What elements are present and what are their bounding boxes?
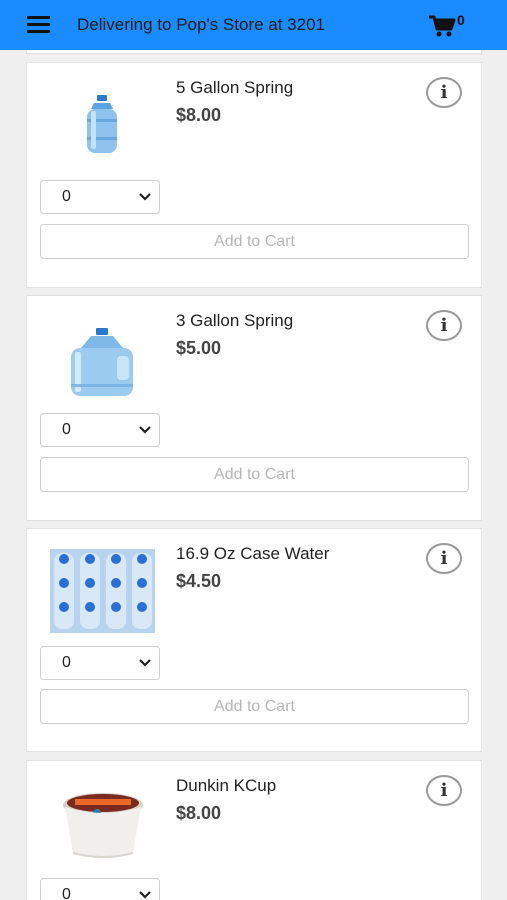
product-card: 3 Gallon Spring $5.00 i 0 Add to Cart [26,295,482,521]
chevron-down-icon [139,659,151,667]
info-button[interactable]: i [426,543,462,574]
product-price: $5.00 [176,338,222,358]
info-button[interactable]: i [426,77,462,108]
product-name: Dunkin KCup [176,776,277,795]
product-name: 5 Gallon Spring [176,78,294,97]
info-icon: i [440,780,448,801]
dunkin-kcup-image [63,793,143,858]
info-icon: i [440,548,448,569]
quantity-value: 0 [62,421,71,438]
quantity-value: 0 [62,188,71,205]
product-card: Dunkin KCup $8.00 i 0 [26,760,482,900]
product-name: 16.9 Oz Case Water [176,544,330,563]
chevron-down-icon [139,426,151,434]
water-bottle-case-image [50,549,155,633]
product-card: 16.9 Oz Case Water $4.50 i 0 Add to Cart [26,528,482,752]
quantity-value: 0 [62,886,71,900]
product-price: $8.00 [176,803,222,823]
add-to-cart-button[interactable]: Add to Cart [40,689,469,724]
chevron-down-icon [139,891,151,899]
info-button[interactable]: i [426,775,462,806]
cart-icon [429,15,456,37]
info-icon: i [440,315,448,336]
menu-icon[interactable] [27,16,51,34]
quantity-select[interactable]: 0 [40,413,160,447]
top-bar: Delivering to Pop's Store at 3201 0 [0,0,507,50]
product-name: 3 Gallon Spring [176,311,294,330]
add-to-cart-button[interactable]: Add to Cart [40,457,469,492]
quantity-select[interactable]: 0 [40,646,160,680]
quantity-value: 0 [62,654,71,671]
quantity-select[interactable]: 0 [40,878,160,900]
add-to-cart-button[interactable]: Add to Cart [40,224,469,259]
quantity-select[interactable]: 0 [40,180,160,214]
product-price: $8.00 [176,105,222,125]
3-gallon-water-jug-image [71,328,133,396]
product-list: 5 Gallon Spring $8.00 i 0 Add to Cart 3 … [0,50,507,900]
delivery-location-text[interactable]: Delivering to Pop's Store at 3201 [77,15,325,35]
product-card: 5 Gallon Spring $8.00 i 0 Add to Cart [26,62,482,288]
info-button[interactable]: i [426,310,462,341]
chevron-down-icon [139,193,151,201]
5-gallon-water-jug-image [87,95,117,153]
product-price: $4.50 [176,571,222,591]
cart-count-badge: 0 [457,12,465,28]
cart-button[interactable]: 0 [428,12,472,40]
previous-card-edge [26,50,482,54]
info-icon: i [440,82,448,103]
